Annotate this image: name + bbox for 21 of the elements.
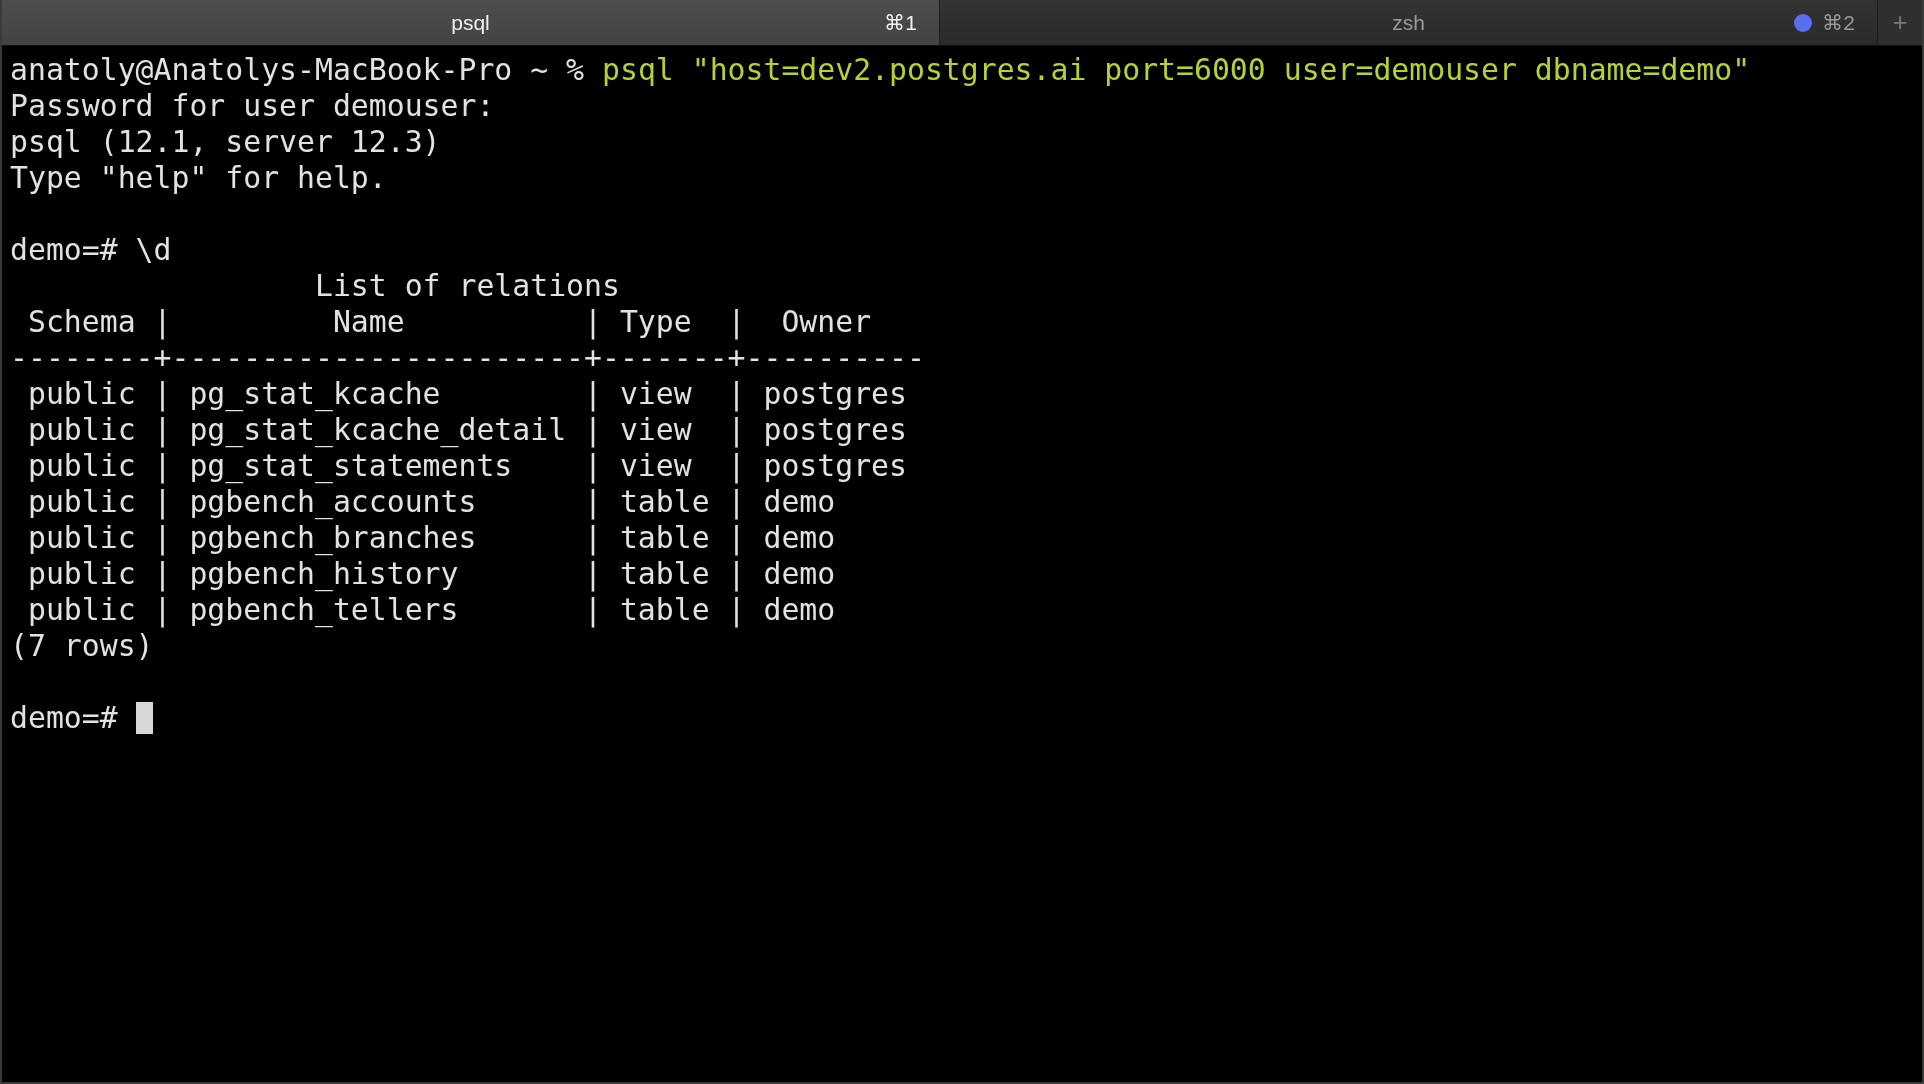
psql-prompt: demo=# [10,700,119,735]
output-line: Password for user demouser: [10,88,496,124]
new-tab-button[interactable]: + [1878,0,1922,45]
output-line: Schema | Name | Type | Owner [26,304,873,340]
output-line: public | pgbench_history | table | demo [26,556,837,592]
output-line: public | pgbench_tellers | table | demo [26,592,837,628]
output-line: public | pg_stat_statements | view | postgres [26,448,908,484]
output-line: Type "help" for help. [10,160,388,196]
output-line: public | pgbench_accounts | table | demo [26,484,837,520]
shell-prompt: anatoly@Anatolys-MacBook-Pro ~ % [10,52,586,87]
output-line: (7 rows) [10,628,155,664]
output-line: List of relations [313,268,621,304]
output-line: --------+-----------------------+-------+---------- [10,340,926,376]
terminal-tab[interactable]: zsh ⌘2 [940,0,1878,45]
output-line: psql (12.1, server 12.3) [10,124,442,160]
output-line: public | pg_stat_kcache | view | postgres [26,376,908,412]
output-line: public | pgbench_branches | table | demo [26,520,837,556]
command-text: psql "host=dev2.postgres.ai port=6000 user=demouser dbname=demo" [602,52,1751,87]
terminal-tab[interactable]: psql ⌘1 [2,0,940,45]
output-line: demo=# \d [10,232,173,268]
output-line: public | pg_stat_kcache_detail | view | postgres [26,412,908,448]
